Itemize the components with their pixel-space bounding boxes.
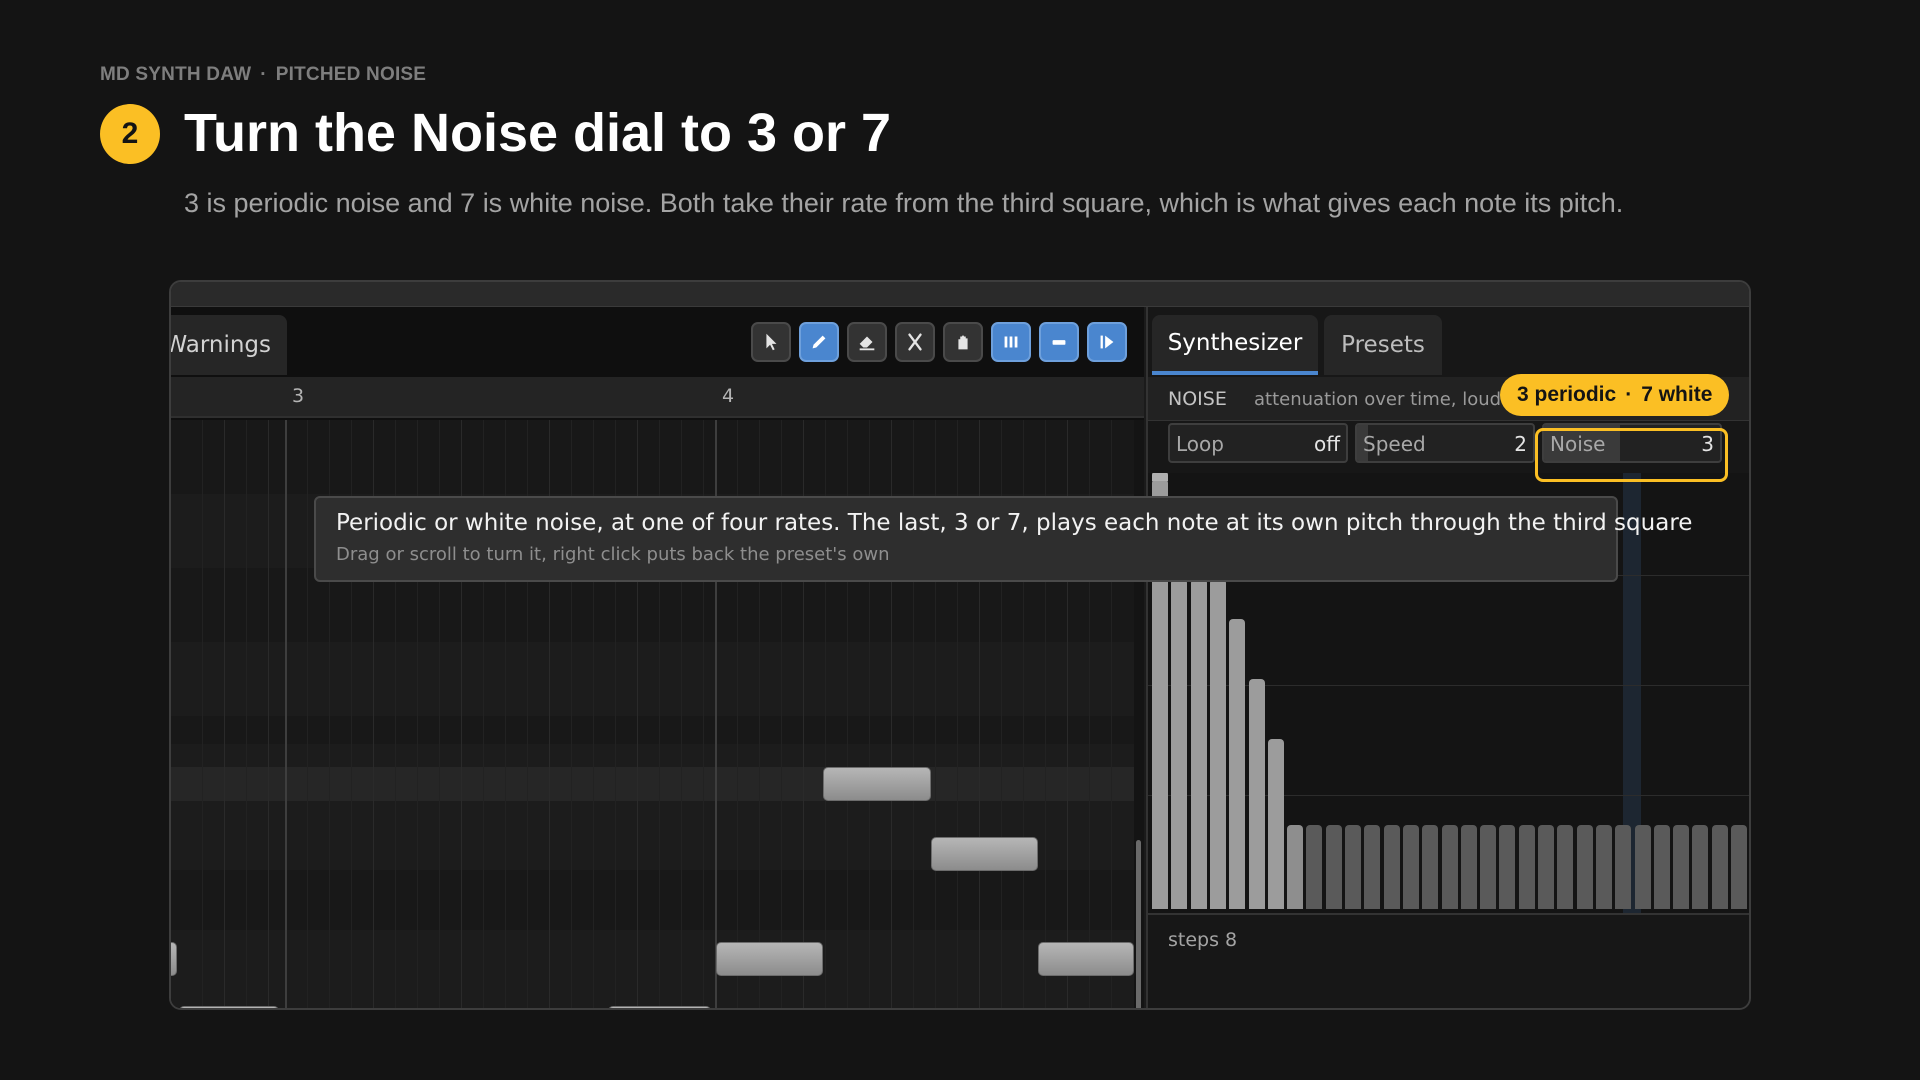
note-block[interactable] (931, 837, 1038, 871)
tooltip-hint: Drag or scroll to turn it, right click p… (336, 544, 890, 565)
speed-label: Speed (1363, 432, 1426, 456)
window-top-strip (171, 282, 1749, 307)
envelope-bar (1248, 679, 1265, 909)
breadcrumb: MD SYNTH DAW · PITCHED NOISE (100, 64, 426, 86)
breadcrumb-separator: · (260, 64, 267, 85)
envelope-bar (1731, 825, 1747, 909)
grid-row (171, 716, 1134, 744)
eraser-icon (859, 336, 875, 351)
envelope-bar (1673, 825, 1690, 909)
envelope-bar (1711, 825, 1728, 909)
breadcrumb-section: PITCHED NOISE (275, 64, 427, 85)
envelope-bar (1518, 825, 1535, 909)
tooltip-text: Periodic or white noise, at one of four … (336, 510, 1693, 536)
breadcrumb-app: MD SYNTH DAW (100, 64, 252, 85)
envelope-bar (1634, 825, 1651, 909)
pencil-icon (812, 335, 826, 349)
note-block[interactable] (823, 767, 931, 801)
envelope-bar (1750, 825, 1751, 909)
loop-value: off (1313, 432, 1340, 456)
callout-white: 7 white (1641, 383, 1713, 406)
note-block[interactable] (608, 1006, 711, 1008)
scissors-icon (908, 333, 922, 351)
pan-tool-button[interactable] (943, 322, 983, 362)
loop-label: Loop (1176, 432, 1224, 456)
envelope-bar (1557, 825, 1574, 909)
envelope-bar (1441, 825, 1458, 909)
minus-icon (1052, 340, 1066, 345)
callout-separator: · (1625, 383, 1633, 406)
eraser-tool-button[interactable] (847, 322, 887, 362)
envelope-bar (1383, 825, 1400, 909)
envelope-bar (1460, 825, 1477, 909)
play-from-icon (1100, 335, 1114, 349)
bar-line (285, 420, 287, 1008)
envelope-bar (1267, 739, 1284, 909)
envelope-bar (1325, 825, 1342, 909)
timeline-ruler[interactable]: 3 4 (171, 377, 1144, 418)
envelope-bar (1229, 619, 1246, 909)
grid-row (171, 420, 1134, 494)
graph-baseline (1148, 913, 1749, 915)
grid-row-highlight (171, 767, 1134, 801)
tab-synthesizer[interactable]: Synthesizer (1152, 315, 1318, 375)
note-block[interactable] (179, 1006, 279, 1008)
note-block[interactable] (716, 942, 823, 976)
envelope-bar (1538, 825, 1554, 909)
grid-row (171, 870, 1134, 930)
envelope-bar (1364, 825, 1381, 909)
step-subtitle: 3 is periodic noise and 7 is white noise… (184, 188, 1624, 218)
scrollbar-thumb[interactable] (1136, 840, 1141, 1008)
envelope-bar (1345, 825, 1361, 909)
select-tool-button[interactable] (751, 322, 791, 362)
bar-number-4: 4 (722, 385, 735, 407)
note-block[interactable] (1038, 942, 1134, 976)
cut-tool-button[interactable] (895, 322, 935, 362)
step-title: Turn the Noise dial to 3 or 7 (184, 103, 892, 163)
hand-icon (958, 335, 968, 350)
editor-toolbar (751, 322, 1127, 362)
piano-roll-editor: Warnings 3 4 (171, 307, 1144, 1008)
envelope-bar (1653, 825, 1670, 909)
envelope-bar (1615, 825, 1632, 909)
loop-control[interactable]: Loop off (1168, 423, 1348, 463)
play-from-button[interactable] (1087, 322, 1127, 362)
envelope-bar (1595, 825, 1612, 909)
grid-snap-button[interactable] (991, 322, 1031, 362)
noise-dial-tooltip: Periodic or white noise, at one of four … (314, 496, 1693, 582)
cursor-icon (766, 333, 777, 351)
step-number-badge: 2 (100, 104, 160, 164)
bar-number-3: 3 (292, 385, 305, 407)
note-length-button[interactable] (1039, 322, 1079, 362)
envelope-bar (1402, 825, 1419, 909)
envelope-bar (1171, 579, 1188, 909)
envelope-bar (1576, 825, 1593, 909)
note-block[interactable] (171, 942, 177, 976)
envelope-bar (1306, 825, 1323, 909)
tab-presets[interactable]: Presets (1324, 315, 1442, 375)
noise-values-callout: 3 periodic · 7 white (1500, 374, 1730, 416)
pencil-tool-button[interactable] (799, 322, 839, 362)
bars-icon (1004, 336, 1018, 348)
tab-warnings[interactable]: Warnings (171, 315, 287, 375)
envelope-bar (1209, 579, 1226, 909)
envelope-bar (1287, 825, 1304, 909)
speed-dial[interactable]: Speed 2 (1355, 423, 1535, 463)
steps-count: steps 8 (1168, 929, 1238, 951)
envelope-bar (1190, 579, 1207, 909)
envelope-bar (1499, 825, 1516, 909)
callout-periodic: 3 periodic (1517, 383, 1617, 406)
noise-dial-highlight (1535, 428, 1728, 482)
speed-value: 2 (1514, 432, 1527, 456)
noise-section-label: NOISE (1168, 388, 1227, 410)
envelope-bar (1480, 825, 1497, 909)
envelope-bar (1422, 825, 1439, 909)
envelope-bar (1692, 825, 1709, 909)
noise-section-description: attenuation over time, loudness (1254, 389, 1543, 410)
envelope-bar-cap (1152, 473, 1168, 481)
